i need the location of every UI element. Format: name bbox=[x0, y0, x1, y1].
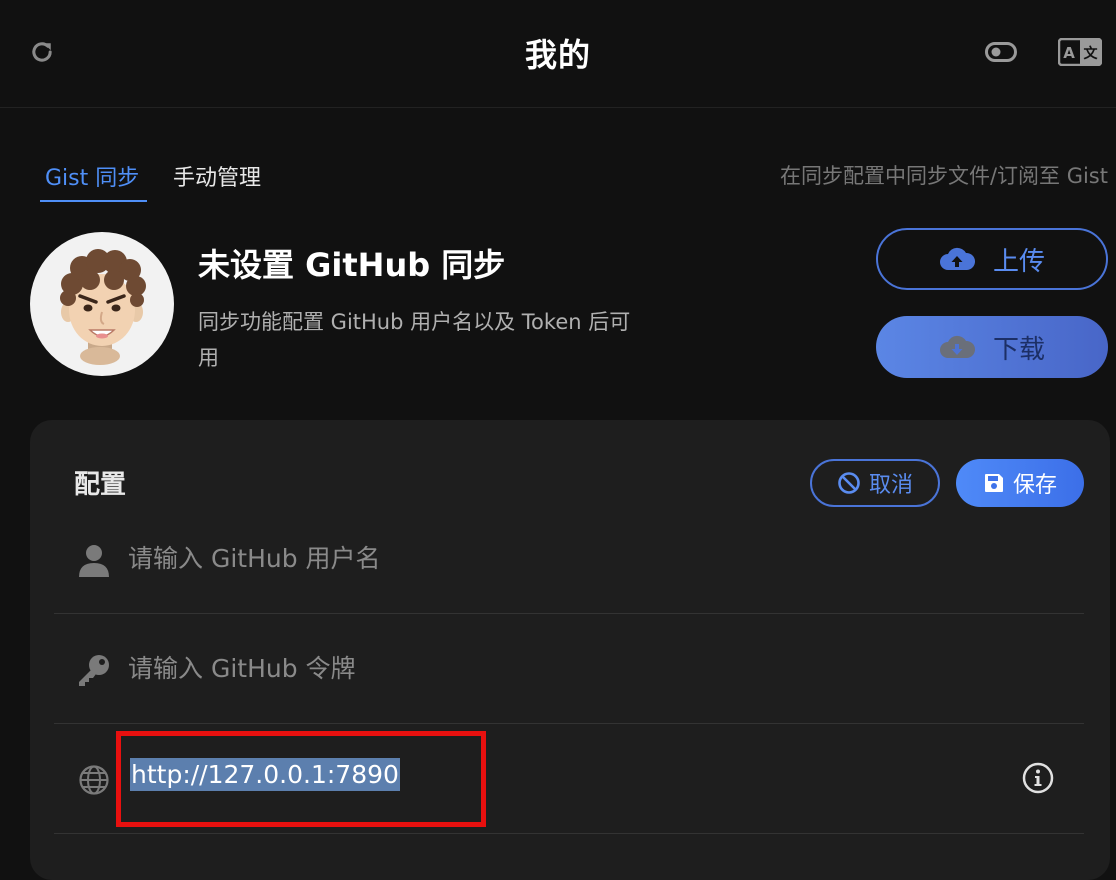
globe-icon bbox=[76, 762, 112, 798]
active-tab-indicator bbox=[40, 200, 147, 202]
avatar bbox=[30, 232, 174, 376]
translate-icon: A 文 bbox=[1058, 38, 1102, 66]
info-icon bbox=[1022, 762, 1054, 794]
language-button[interactable]: A 文 bbox=[1056, 36, 1104, 68]
upload-label: 上传 bbox=[992, 246, 1045, 277]
save-icon bbox=[984, 474, 1003, 492]
toggle-icon bbox=[985, 42, 1017, 62]
sync-status-description: 同步功能配置 GitHub 用户名以及 Token 后可用 bbox=[198, 310, 631, 370]
user-icon bbox=[76, 542, 112, 578]
theme-toggle-button[interactable] bbox=[984, 40, 1018, 64]
download-button[interactable]: 下载 bbox=[876, 316, 1108, 378]
download-label: 下载 bbox=[992, 334, 1045, 365]
upload-button[interactable]: 上传 bbox=[876, 228, 1108, 290]
cancel-label: 取消 bbox=[868, 473, 913, 498]
key-icon bbox=[76, 652, 112, 688]
top-bar: 我的 A 文 bbox=[0, 0, 1116, 108]
page-title: 我的 bbox=[524, 36, 591, 74]
save-label: 保存 bbox=[1012, 473, 1057, 498]
annotation-highlight bbox=[116, 731, 486, 827]
github-username-input[interactable] bbox=[128, 536, 988, 580]
username-row bbox=[54, 504, 1084, 614]
cancel-button[interactable]: 取消 bbox=[810, 459, 940, 507]
tab-manual-manage[interactable]: 手动管理 bbox=[173, 160, 261, 192]
cloud-upload-icon bbox=[940, 247, 975, 270]
sync-status-title: 未设置 GitHub 同步 bbox=[198, 246, 506, 284]
tab-gist-sync[interactable]: Gist 同步 bbox=[45, 160, 139, 192]
ban-icon bbox=[838, 472, 860, 494]
github-token-input[interactable] bbox=[128, 646, 988, 690]
tab-hint: 在同步配置中同步文件/订阅至 Gist bbox=[779, 164, 1108, 188]
config-title: 配置 bbox=[74, 470, 127, 500]
translate-icon-zh: 文 bbox=[1084, 45, 1099, 62]
proxy-info-button[interactable] bbox=[1020, 760, 1056, 796]
save-button[interactable]: 保存 bbox=[956, 459, 1084, 507]
token-row bbox=[54, 614, 1084, 724]
cloud-download-icon bbox=[940, 335, 975, 358]
translate-icon-a: A bbox=[1063, 44, 1075, 62]
